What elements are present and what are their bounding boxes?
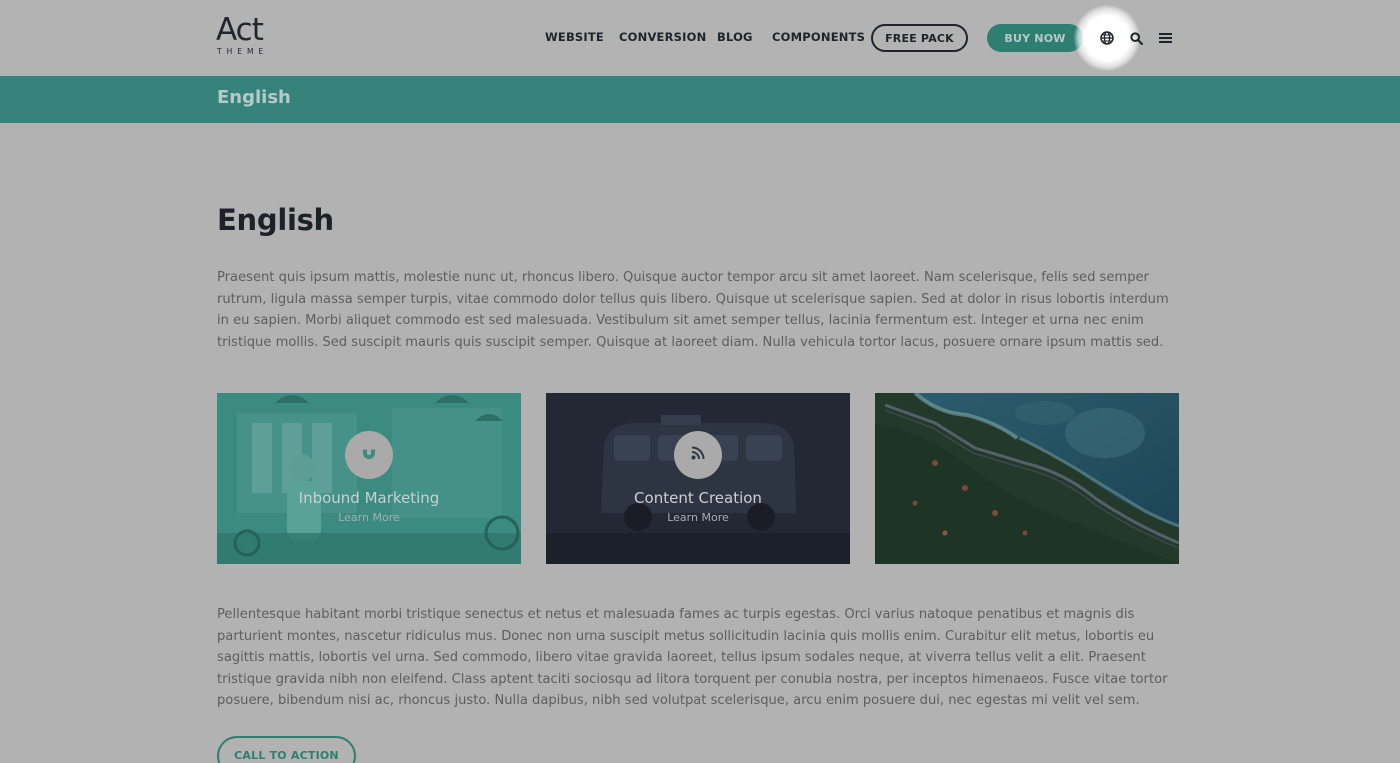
page-title-bar: English	[0, 76, 1400, 123]
search-icon[interactable]	[1127, 29, 1145, 47]
nav-link-conversion[interactable]: CONVERSION	[619, 30, 706, 44]
card-title: Content Creation	[634, 489, 762, 507]
page-heading: English	[217, 203, 334, 237]
logo[interactable]: Act THEME	[216, 15, 276, 60]
coastal-road-image	[875, 393, 1179, 564]
buy-now-button[interactable]: BUY NOW	[987, 24, 1083, 52]
card-title: Inbound Marketing	[298, 489, 440, 507]
menu-icon[interactable]	[1156, 29, 1174, 47]
nav-link-website[interactable]: WEBSITE	[545, 30, 604, 44]
learn-more-link[interactable]: Learn More	[546, 511, 850, 524]
nav-link-blog[interactable]: BLOG	[717, 30, 753, 44]
card-icon-circle	[345, 431, 393, 479]
card-coastal-road[interactable]	[875, 393, 1179, 564]
free-pack-button[interactable]: FREE PACK	[871, 24, 968, 52]
learn-more-link[interactable]: Learn More	[217, 511, 521, 524]
card-icon-circle	[674, 431, 722, 479]
globe-icon[interactable]	[1098, 29, 1116, 47]
card-inbound-marketing[interactable]: Inbound Marketing Learn More	[217, 393, 521, 564]
site-header: Act THEME WEBSITE CONVERSION BLOG COMPON…	[0, 0, 1400, 76]
logo-subtitle: THEME	[217, 47, 269, 56]
logo-wordmark: Act	[216, 12, 264, 48]
magnet-icon	[360, 445, 378, 465]
nav-link-components[interactable]: COMPONENTS	[772, 30, 865, 44]
rss-icon	[690, 445, 706, 465]
call-to-action-button[interactable]: CALL TO ACTION	[217, 736, 356, 763]
body-paragraph: Pellentesque habitant morbi tristique se…	[217, 607, 1168, 709]
title-bar-text: English	[217, 87, 291, 108]
card-content-creation[interactable]: Content Creation Learn More	[546, 393, 850, 564]
intro-paragraph: Praesent quis ipsum mattis, molestie nun…	[217, 270, 1169, 350]
